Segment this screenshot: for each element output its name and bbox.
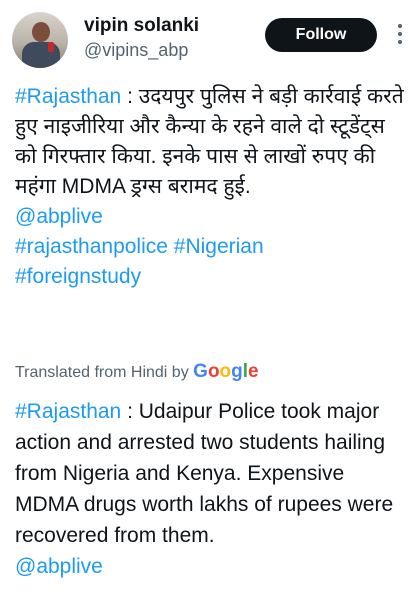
translated-mention-line: @abplive	[15, 551, 407, 582]
hashtag-rajasthanpolice[interactable]: #rajasthanpolice	[15, 235, 168, 258]
avatar-microphone	[48, 42, 54, 52]
translated-by: Translated from Hindi by Google	[15, 361, 259, 383]
translated-hashtag-rajasthan[interactable]: #Rajasthan	[15, 400, 121, 423]
user-handle[interactable]: @vipins_abp	[84, 40, 188, 61]
translated-mention-abplive[interactable]: @abplive	[15, 555, 103, 578]
avatar-body	[22, 42, 60, 68]
hashtag-line: #rajasthanpolice #Nigerian	[15, 232, 407, 262]
display-name[interactable]: vipin solanki	[84, 15, 199, 37]
translated-label: Translated from Hindi by	[15, 364, 189, 381]
hashtag-rajasthan[interactable]: #Rajasthan	[15, 85, 121, 108]
mention-line: @abplive	[15, 202, 407, 232]
tweet-body: #Rajasthan : उदयपुर पुलिस ने बड़ी कार्रव…	[15, 82, 407, 202]
mention-abplive[interactable]: @abplive	[15, 205, 103, 228]
more-vertical-icon[interactable]	[391, 24, 409, 48]
hashtag-nigerian[interactable]: #Nigerian	[174, 235, 264, 258]
google-logo[interactable]: Google	[193, 361, 258, 382]
avatar[interactable]	[12, 12, 68, 68]
follow-button[interactable]: Follow	[265, 18, 377, 52]
tweet-text: #Rajasthan : उदयपुर पुलिस ने बड़ी कार्रव…	[15, 82, 407, 292]
hashtag-foreignstudy[interactable]: #foreignstudy	[15, 265, 141, 288]
hashtag-line-2: #foreignstudy	[15, 262, 407, 292]
tweet-header: vipin solanki @vipins_abp Follow	[0, 0, 416, 70]
avatar-head	[32, 22, 50, 42]
translated-body: #Rajasthan : Udaipur Police took major a…	[15, 396, 407, 551]
translated-text: #Rajasthan : Udaipur Police took major a…	[15, 396, 407, 582]
